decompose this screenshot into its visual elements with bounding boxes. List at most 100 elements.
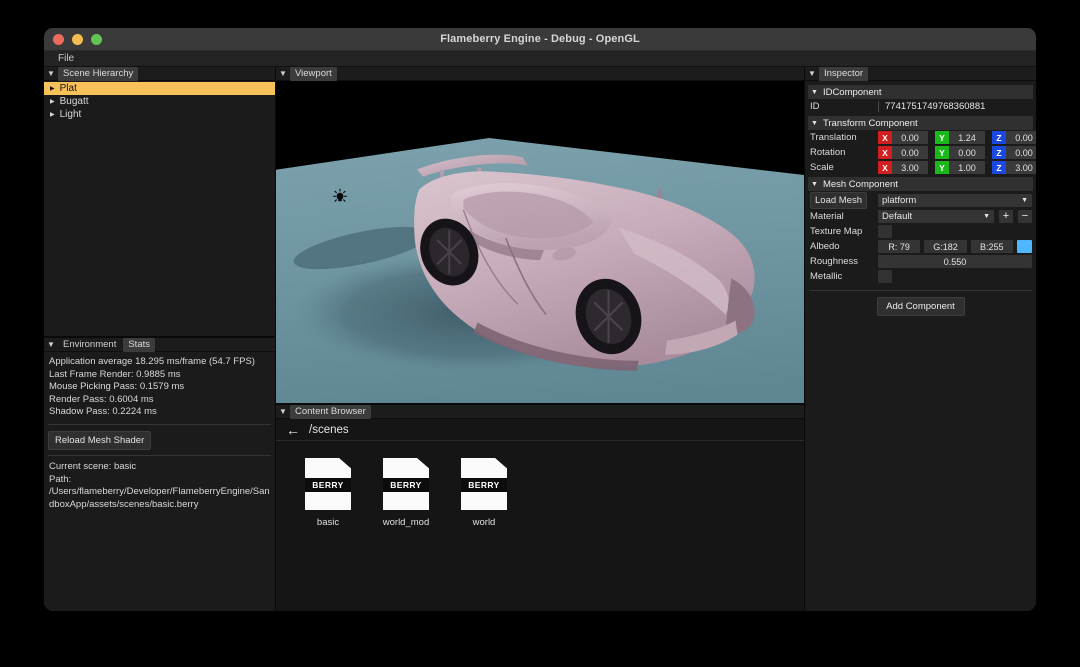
chevron-right-icon[interactable]: ▶: [50, 99, 55, 105]
inspector-content: ▼ IDComponent ID 7741751749768360881 ▼ T…: [805, 81, 1036, 611]
list-item[interactable]: BERRY basic: [302, 458, 354, 528]
rotation-x[interactable]: X 0.00: [878, 146, 928, 159]
chevron-down-icon[interactable]: ▼: [811, 181, 818, 188]
roughness-fields: 0.550: [878, 255, 1036, 268]
chevron-right-icon[interactable]: ▶: [50, 112, 55, 118]
zoom-button[interactable]: [91, 33, 102, 45]
viewport-tab[interactable]: Viewport: [290, 66, 337, 81]
back-arrow-icon[interactable]: ←: [286, 423, 300, 437]
list-item[interactable]: BERRY world: [458, 458, 510, 528]
current-scene-label: Current scene: basic: [49, 460, 137, 472]
translation-fields: X 0.00 Y 1.24 Z 0.00: [878, 131, 1036, 144]
minimize-button[interactable]: [72, 33, 83, 45]
scale-fields: X 3.00 Y 1.00 Z 3.00: [878, 161, 1036, 174]
metallic-label: Metallic: [810, 271, 843, 282]
viewport-header: ▼ Viewport: [276, 66, 804, 81]
collapse-icon[interactable]: ▼: [44, 67, 58, 81]
chevron-down-icon[interactable]: ▼: [811, 89, 818, 96]
texture-map-swatch[interactable]: [878, 225, 892, 238]
axis-y-badge: Y: [935, 146, 949, 159]
scale-x-value[interactable]: 3.00: [892, 161, 928, 174]
sidebar-item-bugatt[interactable]: ▶ Bugatt: [44, 95, 275, 108]
collapse-icon[interactable]: ▼: [276, 67, 290, 81]
collapse-icon[interactable]: ▼: [805, 67, 819, 81]
translation-z-value[interactable]: 0.00: [1006, 131, 1036, 144]
rotation-z-value[interactable]: 0.00: [1006, 146, 1036, 159]
component-title: Mesh Component: [822, 178, 898, 190]
scene-hierarchy-tab[interactable]: Scene Hierarchy: [58, 66, 139, 81]
menu-file[interactable]: File: [53, 53, 79, 64]
desktop-background: Flameberry Engine - Debug - OpenGL File …: [0, 0, 1080, 667]
transform-component-header[interactable]: ▼ Transform Component: [808, 116, 1033, 130]
breadcrumb: /scenes: [309, 423, 349, 436]
divider: [809, 290, 1032, 291]
albedo-b-field[interactable]: B:255: [970, 240, 1013, 253]
rotation-y-value[interactable]: 0.00: [949, 146, 985, 159]
sidebar-item-light[interactable]: ▶ Light: [44, 108, 275, 121]
rotation-x-value[interactable]: 0.00: [892, 146, 928, 159]
reload-mesh-shader-button[interactable]: Reload Mesh Shader: [48, 430, 152, 450]
stats-panel-header: ▼ Environment Stats: [44, 337, 275, 352]
metallic-swatch[interactable]: [878, 270, 892, 283]
albedo-r-field[interactable]: R: 79: [878, 240, 921, 253]
list-item[interactable]: BERRY world_mod: [380, 458, 432, 528]
sidebar-item-plat[interactable]: ▶ Plat: [44, 82, 275, 95]
id-component-header[interactable]: ▼ IDComponent: [808, 85, 1033, 99]
scene-info: Current scene: basic Path: /Users/flameb…: [44, 461, 275, 511]
collapse-icon[interactable]: ▼: [276, 405, 290, 419]
scale-z-value[interactable]: 3.00: [1006, 161, 1036, 174]
add-component-button[interactable]: Add Component: [876, 297, 965, 316]
file-type-label: BERRY: [461, 477, 507, 492]
axis-x-badge: X: [878, 161, 892, 174]
stat-render-pass: Render Pass: 0.6004 ms: [49, 393, 154, 405]
translation-z[interactable]: Z 0.00: [992, 131, 1036, 144]
tree-item-label: Light: [59, 109, 82, 120]
scene-hierarchy-header: ▼ Scene Hierarchy: [44, 66, 275, 81]
berry-file-icon: BERRY: [461, 458, 507, 510]
rotation-fields: X 0.00 Y 0.00 Z 0.00: [878, 146, 1036, 159]
scale-y-value[interactable]: 1.00: [949, 161, 985, 174]
scene-hierarchy-panel: ▼ Scene Hierarchy ▶ Plat ▶ Bugatt ▶ Ligh…: [44, 66, 275, 338]
tab-stats[interactable]: Stats: [123, 337, 155, 352]
stats-panel: ▼ Environment Stats Application average …: [44, 337, 275, 611]
scale-z[interactable]: Z 3.00: [992, 161, 1036, 174]
chevron-down-icon[interactable]: ▼: [811, 120, 818, 127]
remove-material-button[interactable]: −: [1018, 210, 1032, 223]
rotation-z[interactable]: Z 0.00: [992, 146, 1036, 159]
inspector-tab[interactable]: Inspector: [819, 66, 869, 81]
scale-label: Scale: [810, 162, 834, 173]
rotation-label: Rotation: [810, 147, 846, 158]
tree-item-label: Bugatt: [59, 96, 89, 107]
axis-z-badge: Z: [992, 161, 1006, 174]
chevron-right-icon[interactable]: ▶: [50, 86, 55, 92]
id-row: ID 7741751749768360881: [805, 99, 1036, 114]
axis-y-badge: Y: [935, 161, 949, 174]
scale-x[interactable]: X 3.00: [878, 161, 928, 174]
viewport-3d-canvas[interactable]: [276, 81, 804, 403]
mesh-dropdown[interactable]: platform ▼: [878, 193, 1032, 207]
content-browser-tab[interactable]: Content Browser: [290, 404, 371, 419]
albedo-row: Albedo R: 79 G:182 B:255: [805, 239, 1036, 254]
rotation-y[interactable]: Y 0.00: [935, 146, 985, 159]
material-dropdown[interactable]: Default ▼: [878, 210, 994, 223]
load-mesh-button[interactable]: Load Mesh: [810, 191, 868, 209]
translation-x-value[interactable]: 0.00: [892, 131, 928, 144]
mesh-component-header[interactable]: ▼ Mesh Component: [808, 177, 1033, 191]
divider: [48, 423, 271, 425]
close-button[interactable]: [53, 33, 64, 45]
collapse-icon[interactable]: ▼: [44, 338, 58, 352]
path-value: /Users/flameberry/Developer/FlameberryEn…: [49, 486, 270, 510]
stat-last-frame-render: Last Frame Render: 0.9885 ms: [49, 368, 181, 380]
translation-y[interactable]: Y 1.24: [935, 131, 985, 144]
translation-y-value[interactable]: 1.24: [949, 131, 985, 144]
translation-x[interactable]: X 0.00: [878, 131, 928, 144]
roughness-slider[interactable]: 0.550: [878, 255, 1032, 268]
scale-y[interactable]: Y 1.00: [935, 161, 985, 174]
albedo-g-field[interactable]: G:182: [924, 240, 967, 253]
add-material-button[interactable]: +: [999, 210, 1013, 223]
tab-environment[interactable]: Environment: [58, 338, 121, 352]
albedo-color-swatch[interactable]: [1016, 240, 1032, 253]
content-browser-panel: ▼ Content Browser ← /scenes BERRY basic: [276, 404, 804, 611]
texture-map-label: Texture Map: [810, 226, 863, 237]
left-column: ▼ Scene Hierarchy ▶ Plat ▶ Bugatt ▶ Ligh…: [44, 66, 276, 611]
